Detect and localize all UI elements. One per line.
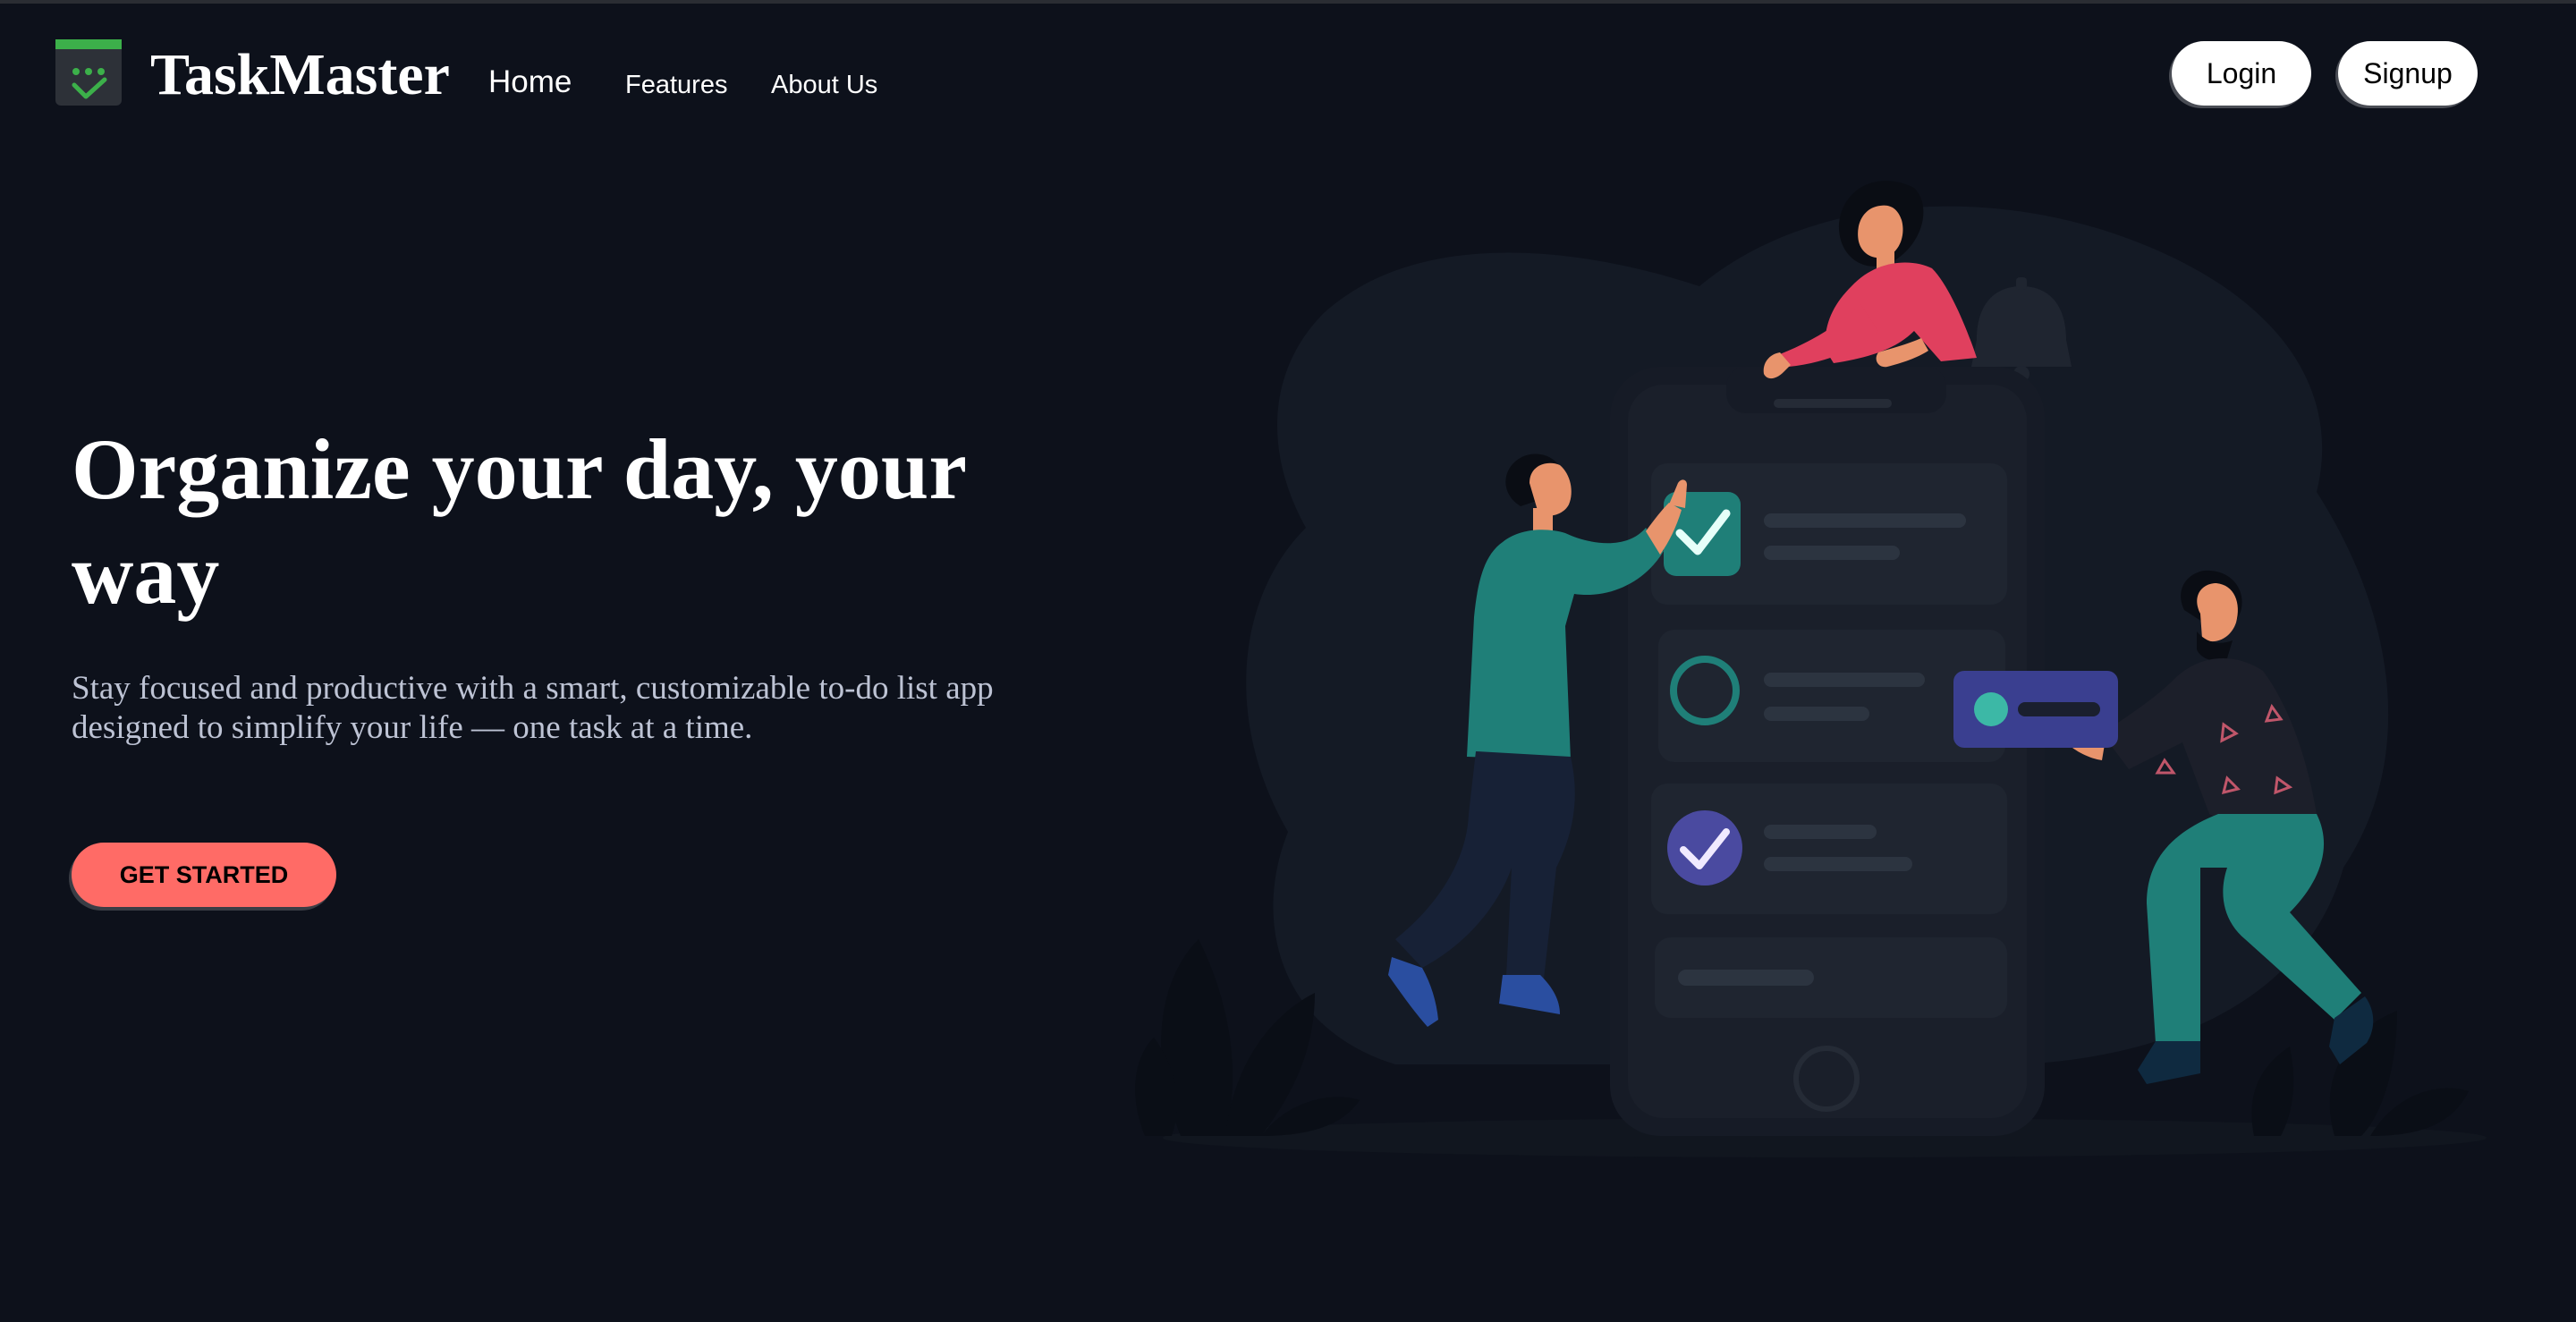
brand-name[interactable]: TaskMaster xyxy=(150,41,450,109)
task-card-2 xyxy=(1658,630,2005,762)
window-top-border xyxy=(0,0,2576,4)
nav-link-home[interactable]: Home xyxy=(488,64,572,100)
get-started-button[interactable]: GET STARTED xyxy=(72,843,336,907)
calendar-check-icon[interactable] xyxy=(55,39,122,106)
nav-link-features[interactable]: Features xyxy=(625,70,727,100)
hero-title: Organize your day, your way xyxy=(72,421,966,622)
hero-subtitle: Stay focused and productive with a smart… xyxy=(72,670,994,746)
signup-button[interactable]: Signup xyxy=(2338,41,2478,106)
nav-link-about-us[interactable]: About Us xyxy=(771,70,877,100)
hero-illustration xyxy=(1135,181,2487,1157)
login-button[interactable]: Login xyxy=(2172,41,2311,106)
